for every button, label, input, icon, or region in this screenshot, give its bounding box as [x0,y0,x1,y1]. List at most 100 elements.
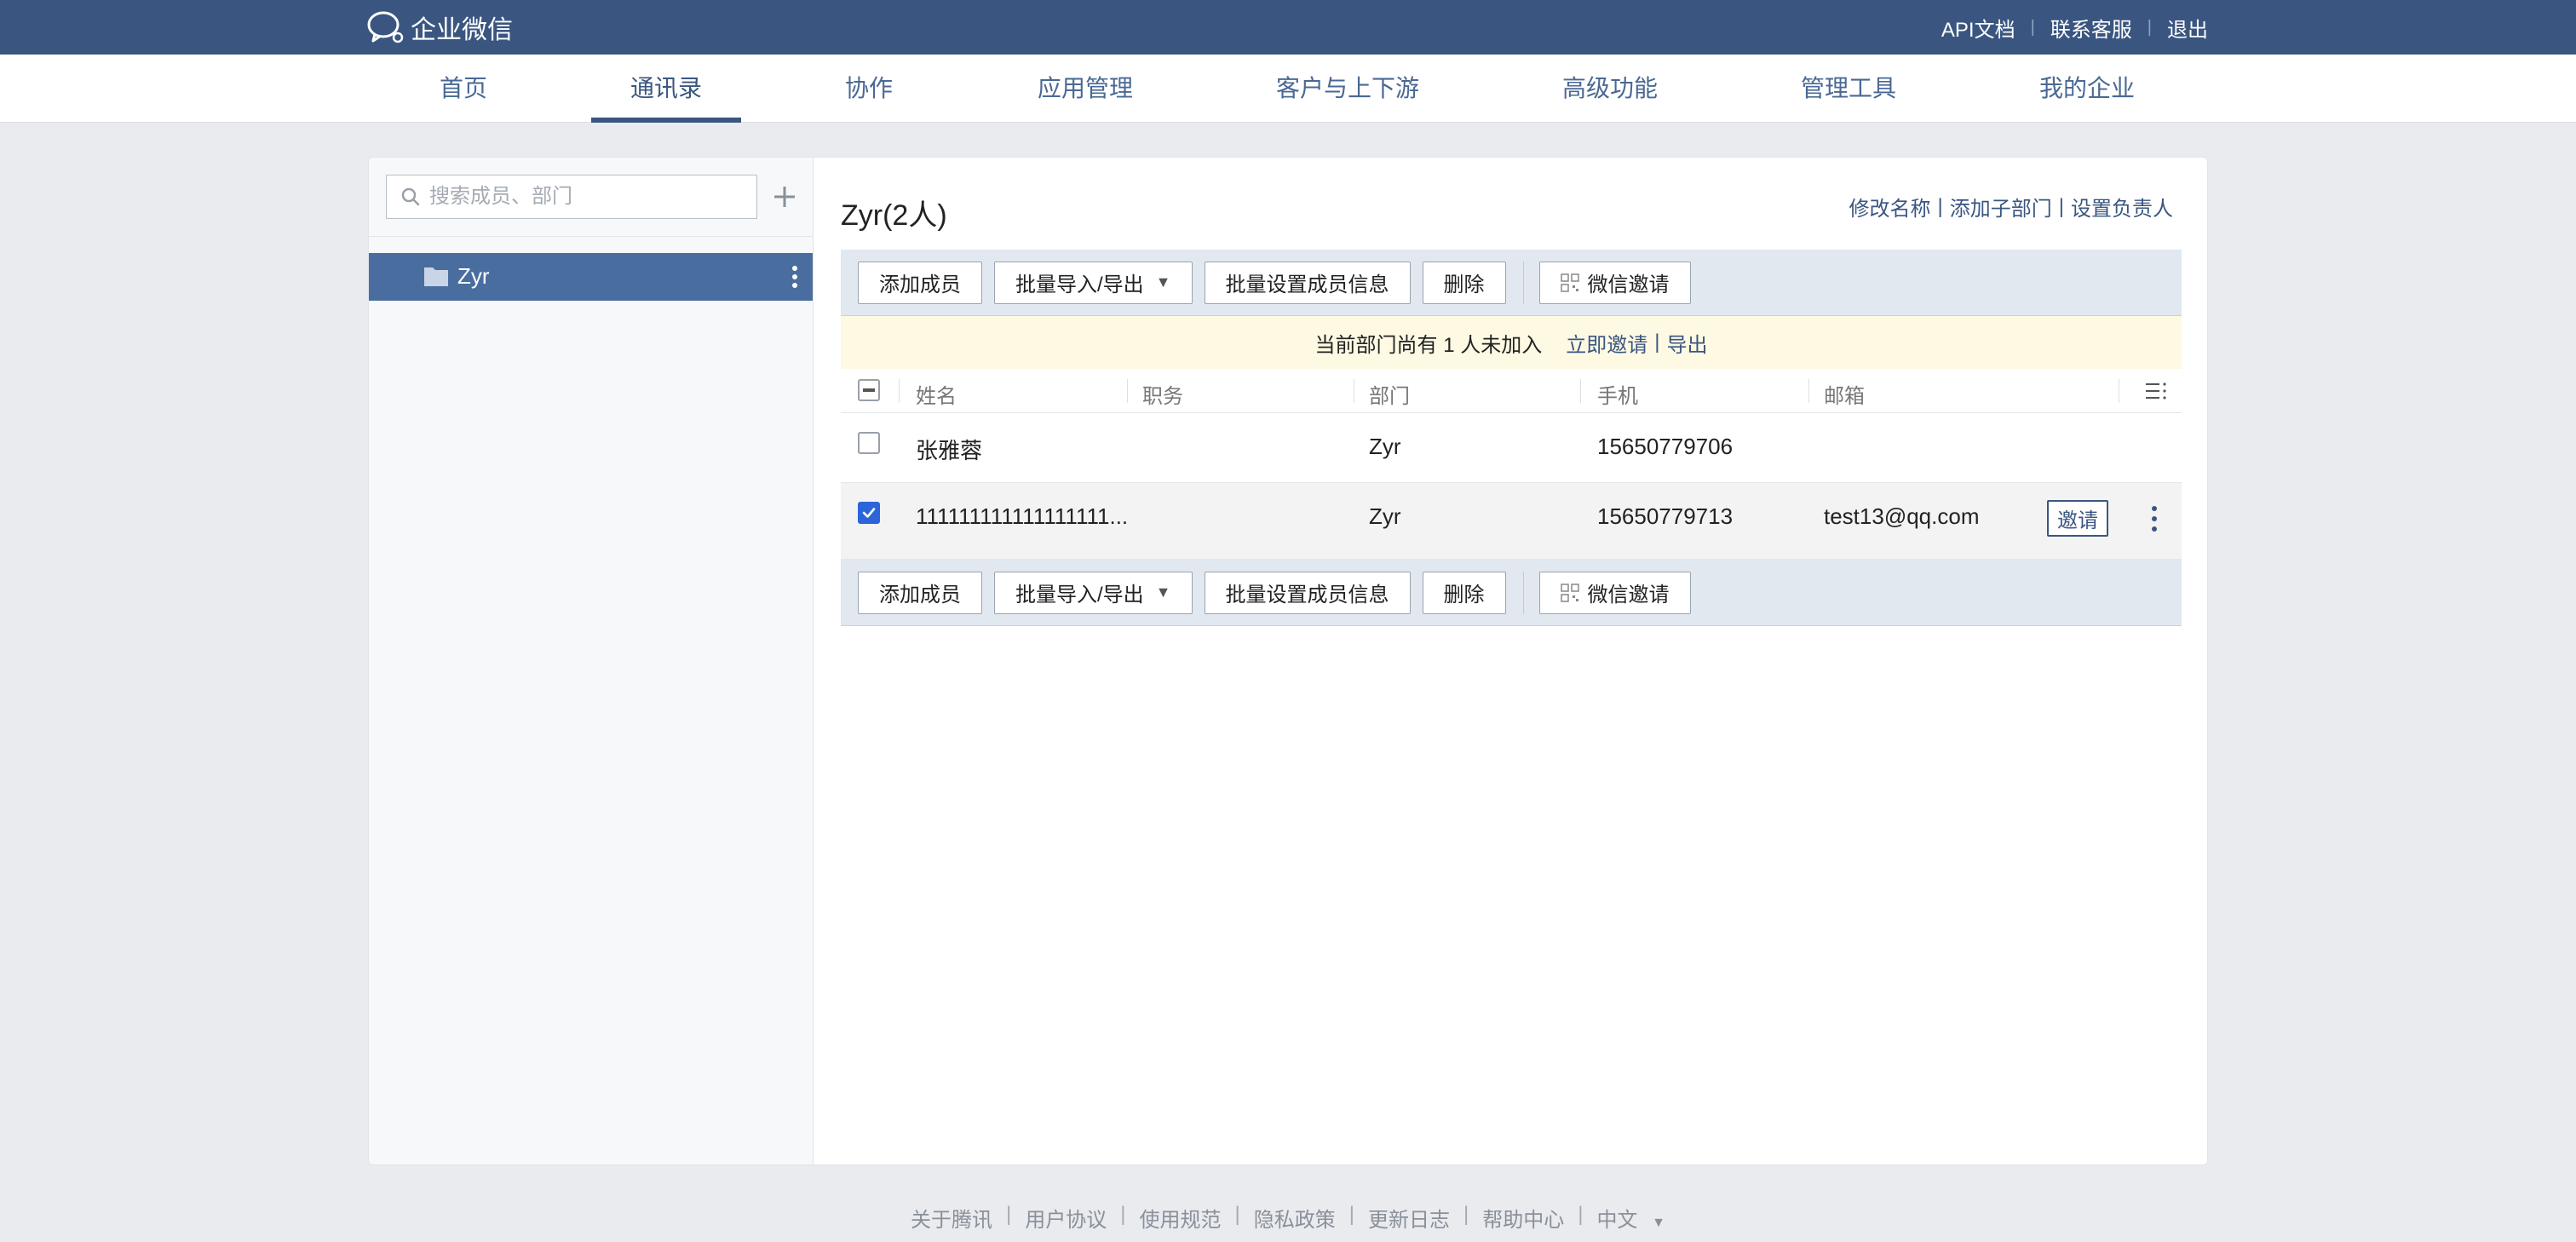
column-header-department[interactable]: 部门 [1369,379,1410,409]
add-subdepartment-link[interactable]: 添加子部门 [1950,192,2052,221]
footer: 关于腾讯 | 用户协议 | 使用规范 | 隐私政策 | 更新日志 | 帮助中心 … [0,1203,2576,1233]
nav-advanced-features[interactable]: 高级功能 [1540,55,1680,123]
brand-name: 企业微信 [411,16,513,44]
nav-admin-tools[interactable]: 管理工具 [1779,55,1918,123]
checkmark-icon [862,508,876,518]
footer-link-user-agreement[interactable]: 用户协议 [1025,1203,1107,1233]
nav-my-enterprise[interactable]: 我的企业 [2017,55,2157,123]
column-divider [899,379,900,403]
member-name[interactable]: 张雅蓉 [916,434,982,465]
separator: | [2147,17,2152,37]
column-header-email[interactable]: 邮箱 [1824,379,1865,409]
batch-import-export-button[interactable]: 批量导入/导出 ▼ [994,261,1193,304]
column-header-title[interactable]: 职务 [1142,379,1183,409]
separator: | [2030,17,2035,37]
button-label: 批量导入/导出 [1015,584,1144,607]
batch-import-export-button[interactable]: 批量导入/导出 ▼ [994,571,1193,614]
delete-button[interactable]: 删除 [1422,261,1506,304]
row-checkbox[interactable] [858,502,880,524]
search-box[interactable] [386,175,757,219]
select-all-checkbox[interactable] [858,379,880,401]
rename-link[interactable]: 修改名称 [1849,192,1931,221]
more-options-icon[interactable] [791,265,798,289]
brand-logo[interactable]: 企业微信 [366,9,513,46]
department-title: Zyr(2人) [841,199,947,232]
column-settings-icon[interactable] [2144,381,2168,401]
chat-bubble-icon [367,11,404,43]
footer-link-privacy[interactable]: 隐私政策 [1254,1203,1336,1233]
logout-link[interactable]: 退出 [2167,13,2208,43]
api-docs-link[interactable]: API文档 [1941,13,2015,43]
dropdown-caret-icon: ▼ [1155,273,1171,290]
separator: | [1348,1203,1354,1226]
department-content: Zyr(2人) 修改名称 | 添加子部门 | 设置负责人 添加成员 批量导入/导… [814,158,2207,1164]
footer-link-help-center[interactable]: 帮助中心 [1482,1203,1564,1233]
member-name[interactable]: 111111111111111111... [916,503,1128,530]
footer-link-usage-rules[interactable]: 使用规范 [1140,1203,1222,1233]
nav-customers-partners[interactable]: 客户与上下游 [1252,55,1443,123]
batch-set-info-button[interactable]: 批量设置成员信息 [1204,261,1411,304]
department-actions: 修改名称 | 添加子部门 | 设置负责人 [1849,192,2173,221]
member-phone: 15650779706 [1597,434,1734,459]
footer-link-changelog[interactable]: 更新日志 [1368,1203,1450,1233]
contact-support-link[interactable]: 联系客服 [2050,13,2132,43]
top-bar: 企业微信 API文档 | 联系客服 | 退出 [0,0,2576,55]
footer-link-about[interactable]: 关于腾讯 [911,1203,992,1233]
department-item-zyr[interactable]: Zyr [369,253,813,301]
more-options-icon[interactable] [2151,505,2158,532]
main-nav: 首页 通讯录 协作 应用管理 客户与上下游 高级功能 管理工具 我的企业 [0,55,2576,123]
pending-members-notice: 当前部门尚有 1 人未加入 立即邀请 | 导出 [841,316,2182,369]
column-header-phone[interactable]: 手机 [1597,379,1638,409]
table-row[interactable]: 张雅蓉 Zyr 15650779706 [841,413,2182,483]
column-header-name[interactable]: 姓名 [916,379,957,409]
separator: | [1006,1203,1012,1226]
separator: | [1120,1203,1126,1226]
top-links: API文档 | 联系客服 | 退出 [1941,0,2208,55]
dropdown-caret-icon: ▼ [1155,584,1171,601]
language-label: 中文 [1596,1209,1638,1232]
invite-button[interactable]: 邀请 [2047,500,2108,537]
language-selector[interactable]: 中文 ▼ [1596,1203,1665,1233]
column-divider [1808,379,1809,403]
nav-collaboration[interactable]: 协作 [809,55,929,123]
divider [369,236,814,237]
dropdown-caret-icon: ▼ [1652,1216,1665,1230]
separator: | [2058,194,2064,218]
member-department: Zyr [1369,434,1401,459]
export-link[interactable]: 导出 [1666,328,1707,358]
separator: | [1463,1203,1469,1226]
nav-home[interactable]: 首页 [404,55,523,123]
contacts-panel: Zyr Zyr(2人) 修改名称 | 添加子部门 | 设置负责人 添加成员 批量… [368,157,2208,1165]
member-department: Zyr [1369,503,1401,529]
button-label: 批量导入/导出 [1015,273,1144,296]
row-checkbox[interactable] [858,432,880,454]
separator: | [1937,194,1943,218]
table-row[interactable]: 111111111111111111... Zyr 15650779713 te… [841,483,2182,560]
toolbar-divider [1522,571,1524,614]
wechat-invite-button[interactable]: 微信邀请 [1538,571,1691,614]
set-manager-link[interactable]: 设置负责人 [2071,192,2173,221]
member-toolbar-top: 添加成员 批量导入/导出 ▼ 批量设置成员信息 删除 微信邀请 [841,250,2182,316]
button-label: 微信邀请 [1587,584,1670,607]
table-header: 姓名 职务 部门 手机 邮箱 [841,369,2182,413]
search-input[interactable] [429,185,736,209]
member-email: test13@qq.com [1824,503,1980,529]
qr-code-icon [1560,273,1579,292]
folder-icon [424,267,448,286]
add-member-button[interactable]: 添加成员 [858,261,982,304]
notice-text: 当前部门尚有 1 人未加入 [1314,333,1543,357]
wechat-invite-button[interactable]: 微信邀请 [1538,261,1691,304]
separator: | [1234,1203,1240,1226]
invite-now-link[interactable]: 立即邀请 [1566,328,1647,358]
add-icon[interactable] [769,181,800,212]
batch-set-info-button[interactable]: 批量设置成员信息 [1204,571,1411,614]
separator: | [1654,331,1660,354]
nav-contacts[interactable]: 通讯录 [591,55,741,123]
search-icon [401,187,420,206]
nav-app-management[interactable]: 应用管理 [1009,55,1162,123]
qr-code-icon [1560,583,1579,602]
delete-button[interactable]: 删除 [1422,571,1506,614]
add-member-button[interactable]: 添加成员 [858,571,982,614]
member-toolbar-bottom: 添加成员 批量导入/导出 ▼ 批量设置成员信息 删除 微信邀请 [841,560,2182,626]
button-label: 微信邀请 [1587,273,1670,296]
